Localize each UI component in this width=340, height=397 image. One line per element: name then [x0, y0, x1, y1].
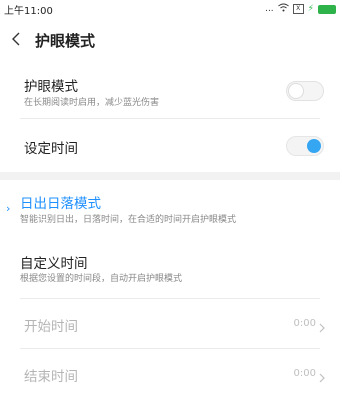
- page-title: 护眼模式: [35, 32, 96, 50]
- end-time-label: 结束时间: [24, 369, 78, 385]
- header: 护眼模式: [0, 18, 340, 63]
- custom-time-subtitle: 根据您设置的时间段，自动开启护眼模式: [20, 274, 183, 284]
- charging-icon: ⚡: [307, 4, 314, 14]
- more-dots-icon: ...: [265, 4, 274, 14]
- schedule-toggle[interactable]: [286, 136, 324, 156]
- end-time-value: 0:00: [293, 368, 316, 379]
- status-icons: ... X ⚡: [265, 3, 336, 15]
- chevron-right-icon: [318, 368, 326, 383]
- wifi-icon: [277, 3, 289, 15]
- back-arrow-icon[interactable]: [8, 30, 26, 48]
- custom-time-title: 自定义时间: [20, 256, 88, 272]
- status-time: 上午11:00: [4, 6, 53, 17]
- battery-icon: [318, 4, 336, 14]
- toggle-knob: [288, 83, 304, 99]
- sim-icon: X: [292, 4, 304, 14]
- eye-mode-toggle[interactable]: [286, 81, 324, 101]
- start-time-row[interactable]: 开始时间 0:00: [0, 299, 340, 348]
- sunrise-sunset-option[interactable]: 日出日落模式 智能识别日出，日落时间，在合适的时间开启护眼模式: [0, 180, 340, 240]
- section-gap: [0, 172, 340, 180]
- start-time-label: 开始时间: [24, 319, 78, 335]
- schedule-title: 设定时间: [24, 141, 78, 157]
- sunrise-sunset-subtitle: 智能识别日出，日落时间，在合适的时间开启护眼模式: [20, 215, 237, 225]
- eye-mode-row[interactable]: 护眼模式 在长期阅读时启用，减少蓝光伤害: [0, 63, 340, 118]
- status-bar: 上午11:00 ... X ⚡: [0, 0, 340, 18]
- chevron-right-icon: [318, 318, 326, 333]
- toggle-knob: [307, 139, 321, 153]
- sunrise-sunset-title: 日出日落模式: [20, 196, 101, 212]
- eye-mode-title: 护眼模式: [24, 79, 78, 95]
- start-time-value: 0:00: [293, 318, 316, 329]
- schedule-row[interactable]: 设定时间: [0, 119, 340, 172]
- eye-mode-subtitle: 在长期阅读时启用，减少蓝光伤害: [24, 98, 160, 108]
- end-time-row[interactable]: 结束时间 0:00: [0, 349, 340, 397]
- custom-time-option[interactable]: 自定义时间 根据您设置的时间段，自动开启护眼模式: [0, 240, 340, 298]
